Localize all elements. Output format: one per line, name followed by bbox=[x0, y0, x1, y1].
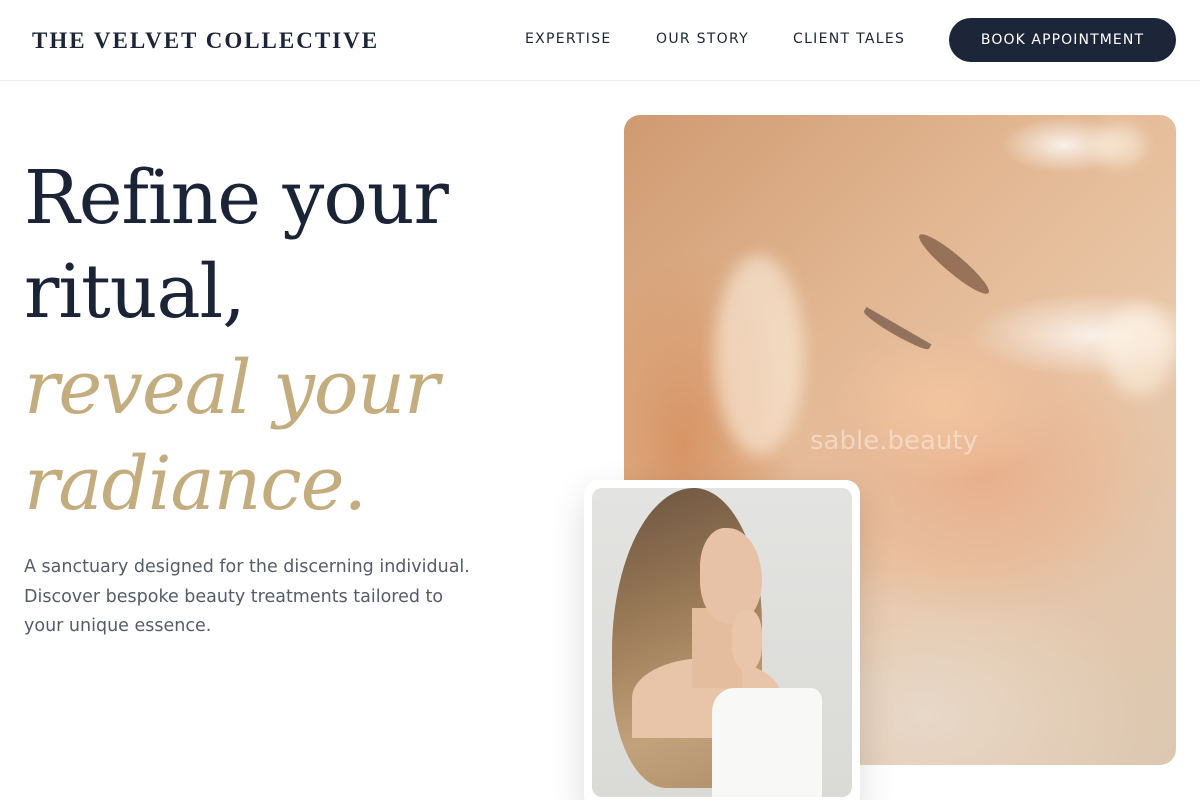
light-reflection bbox=[1104, 305, 1174, 395]
book-appointment-button[interactable]: BOOK APPOINTMENT bbox=[949, 18, 1176, 62]
eyelash-shape bbox=[861, 306, 932, 354]
image-watermark: sable.beauty bbox=[810, 426, 978, 456]
eyebrow-shape bbox=[913, 228, 995, 300]
site-header: THE VELVET COLLECTIVE EXPERTISE OUR STOR… bbox=[0, 0, 1200, 81]
hero-headline-line-2: ritual, bbox=[24, 249, 246, 335]
hero-description: A sanctuary designed for the discerning … bbox=[24, 557, 470, 636]
brand-logo[interactable]: THE VELVET COLLECTIVE bbox=[32, 28, 379, 54]
nav-link-our-story[interactable]: OUR STORY bbox=[656, 31, 749, 47]
towel-shape bbox=[712, 688, 822, 797]
face-shape bbox=[700, 528, 762, 624]
nav-link-client-tales[interactable]: CLIENT TALES bbox=[793, 31, 905, 47]
hero-headline-line-1: Refine your bbox=[24, 155, 449, 241]
light-reflection bbox=[714, 255, 804, 455]
hand-shape bbox=[732, 610, 762, 670]
nav-link-expertise[interactable]: EXPERTISE bbox=[525, 31, 612, 47]
hero-inset-photo-card bbox=[584, 480, 860, 800]
hero-headline-line-4: radiance. bbox=[24, 441, 367, 527]
hero-inset-photo bbox=[592, 488, 852, 797]
hero-headline-line-3: reveal your bbox=[24, 345, 439, 431]
light-reflection bbox=[1094, 125, 1144, 165]
